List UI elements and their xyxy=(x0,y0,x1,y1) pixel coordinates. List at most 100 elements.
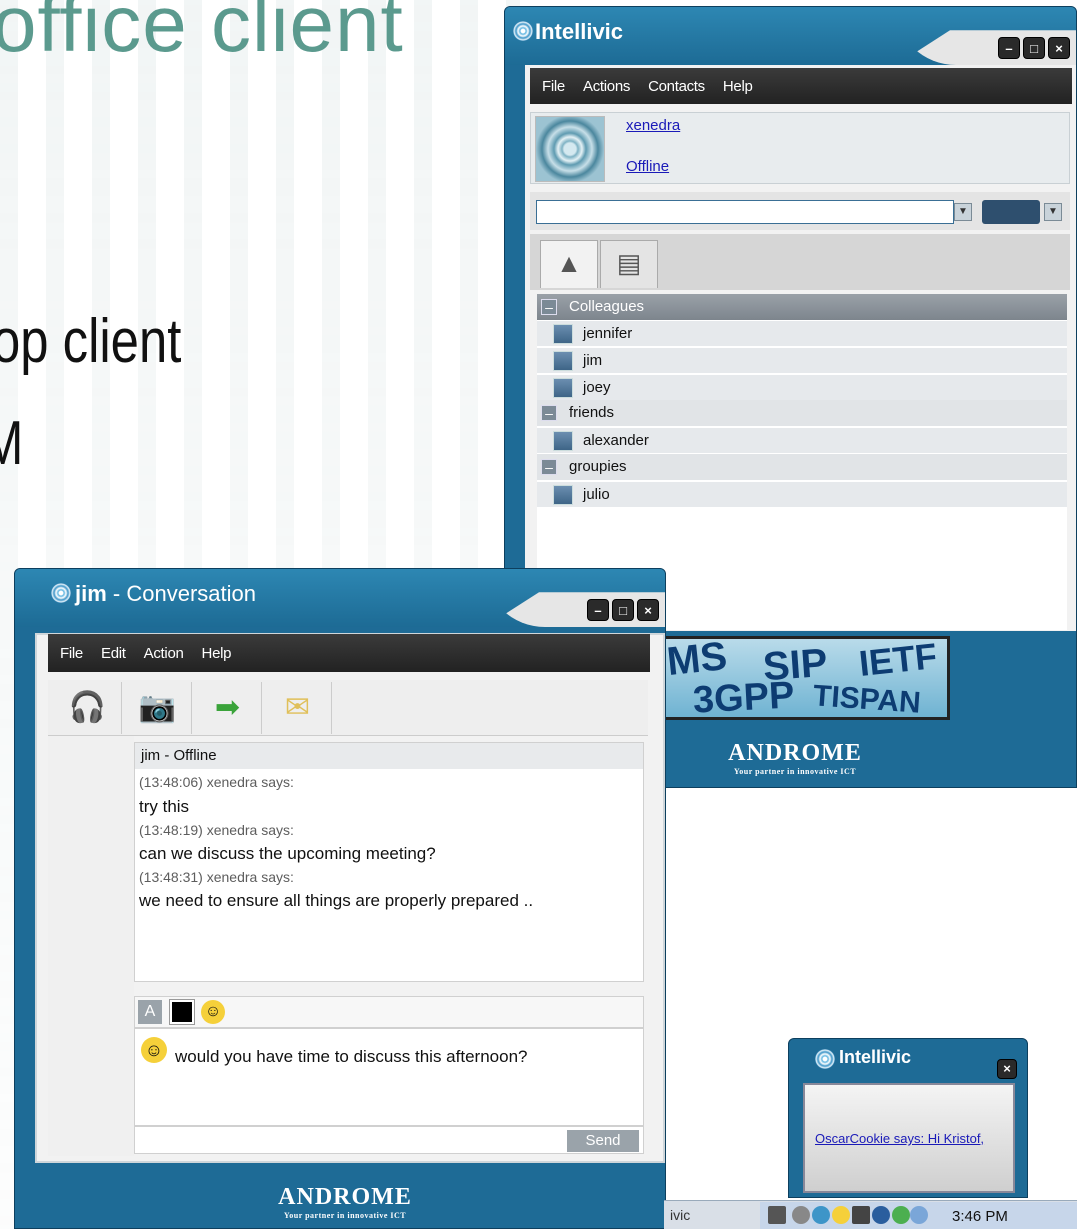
group-label: friends xyxy=(569,404,615,421)
banner-area: MS SIP IETF 3GPP TISPAN xyxy=(660,634,1076,724)
message-input[interactable]: ☺ would you have time to discuss this af… xyxy=(134,1028,644,1126)
color-button[interactable] xyxy=(169,999,195,1025)
notification-body: OscarCookie says: Hi Kristof, xyxy=(803,1083,1015,1193)
contact-label: jennifer xyxy=(583,325,633,342)
contact-label: jim xyxy=(583,352,603,369)
back-arrow-icon[interactable] xyxy=(792,1206,810,1224)
menu-help[interactable]: Help xyxy=(723,78,753,95)
conversation-menubar: File Edit Action Help xyxy=(48,634,650,672)
conversation-titlebar[interactable]: jim - Conversation – □ × xyxy=(15,569,665,627)
collapse-icon[interactable]: – xyxy=(541,459,557,475)
maximize-button[interactable]: □ xyxy=(1023,37,1045,59)
slide-bullet-2: M xyxy=(0,408,23,479)
message-input-text: would you have time to discuss this afte… xyxy=(175,1047,528,1066)
collapse-icon[interactable]: – xyxy=(541,299,557,315)
androme-brand-conversation: ANDROME Your partner in innovative ICT xyxy=(250,1184,440,1220)
voice-call-button[interactable]: 🎧 xyxy=(54,682,122,734)
send-mail-button[interactable]: ✉ xyxy=(264,682,332,734)
clock: 3:46 PM xyxy=(952,1208,1008,1225)
notification-close-button[interactable]: × xyxy=(997,1059,1017,1079)
protocol-banner: MS SIP IETF 3GPP TISPAN xyxy=(660,636,950,720)
contact-label: joey xyxy=(583,379,611,396)
androme-brand-main: ANDROME Your partner in innovative ICT xyxy=(700,740,890,776)
keyboard-icon[interactable] xyxy=(852,1206,870,1224)
search-dropdown-icon[interactable]: ▼ xyxy=(954,203,972,221)
conversation-title: jim - Conversation xyxy=(75,581,256,607)
conversation-title-suffix: - Conversation xyxy=(106,581,256,606)
buddy-icon xyxy=(553,351,573,371)
group-label: groupies xyxy=(569,458,627,475)
notification-message-link[interactable]: OscarCookie says: Hi Kristof, xyxy=(815,1131,984,1146)
conversation-toolbar: 🎧 📷 ➡ ✉ xyxy=(48,680,648,736)
user-info-panel: xenedra Offline xyxy=(530,112,1070,184)
notification-title: Intellivic xyxy=(839,1047,912,1067)
menu-help[interactable]: Help xyxy=(202,645,232,662)
contact-row-jim[interactable]: jim xyxy=(537,347,1067,373)
menu-action[interactable]: Action xyxy=(144,645,184,662)
status-link[interactable]: Offline xyxy=(626,158,669,175)
smiley-tray-icon[interactable] xyxy=(832,1206,850,1224)
close-button[interactable]: × xyxy=(637,599,659,621)
send-file-button[interactable]: ➡ xyxy=(194,682,262,734)
user-avatar[interactable] xyxy=(535,116,605,182)
banner-word: TISPAN xyxy=(812,679,922,720)
message-meta: (13:48:06) xenedra says: xyxy=(139,774,294,790)
search-icon[interactable] xyxy=(910,1206,928,1224)
brand-name: ANDROME xyxy=(728,740,862,766)
video-call-button[interactable]: 📷 xyxy=(124,682,192,734)
slide-title: office client xyxy=(0,0,404,68)
slide-bullet-1: op client xyxy=(0,307,182,376)
group-row-groupies[interactable]: – groupies xyxy=(537,454,1067,480)
printer-icon[interactable] xyxy=(768,1206,786,1224)
main-titlebar[interactable]: Intellivic – □ × xyxy=(505,7,1076,65)
webcam-icon: 📷 xyxy=(138,691,177,724)
maximize-button[interactable]: □ xyxy=(612,599,634,621)
minimize-button[interactable]: – xyxy=(998,37,1020,59)
contact-card-icon: ▲ xyxy=(556,248,582,278)
message-text: we need to ensure all things are properl… xyxy=(139,891,534,910)
file-arrow-icon: ➡ xyxy=(214,691,241,724)
taskbar-item[interactable]: ivic xyxy=(670,1207,690,1223)
send-button[interactable]: Send xyxy=(567,1130,639,1152)
collapse-icon[interactable]: – xyxy=(541,405,557,421)
tab-notes[interactable]: ▤ xyxy=(600,240,658,288)
contact-row-alexander[interactable]: alexander xyxy=(537,427,1067,453)
contact-row-joey[interactable]: joey xyxy=(537,374,1067,400)
group-label: Colleagues xyxy=(569,298,645,315)
format-toolbar: A ☺ xyxy=(134,996,644,1028)
group-row-colleagues[interactable]: – Colleagues xyxy=(537,294,1067,320)
main-menubar: File Actions Contacts Help xyxy=(530,68,1072,104)
group-row-friends[interactable]: – friends xyxy=(537,400,1067,426)
username-link[interactable]: xenedra xyxy=(626,117,680,134)
message-meta: (13:48:31) xenedra says: xyxy=(139,869,294,885)
menu-file[interactable]: File xyxy=(542,78,565,95)
close-button[interactable]: × xyxy=(1048,37,1070,59)
notification-popup[interactable]: Intellivic × OscarCookie says: Hi Kristo… xyxy=(788,1038,1028,1198)
intellivic-logo-icon xyxy=(51,583,71,603)
contact-row-jennifer[interactable]: jennifer xyxy=(537,320,1067,346)
font-button[interactable]: A xyxy=(138,1000,162,1024)
tab-contacts[interactable]: ▲ xyxy=(540,240,598,288)
network-icon[interactable] xyxy=(872,1206,890,1224)
search-input[interactable] xyxy=(536,200,954,224)
intellivic-logo-icon xyxy=(815,1049,835,1069)
buddy-icon xyxy=(553,431,573,451)
messenger-icon[interactable] xyxy=(892,1206,910,1224)
contact-row-julio[interactable]: julio xyxy=(537,481,1067,507)
send-row: Send xyxy=(134,1126,644,1154)
contact-tabs: ▲ ▤ xyxy=(530,234,1070,290)
menu-edit[interactable]: Edit xyxy=(101,645,126,662)
minimize-button[interactable]: – xyxy=(587,599,609,621)
menu-contacts[interactable]: Contacts xyxy=(648,78,705,95)
headset-icon: 🎧 xyxy=(68,691,107,724)
status-dropdown-icon[interactable]: ▼ xyxy=(1044,203,1062,221)
menu-actions[interactable]: Actions xyxy=(583,78,630,95)
banner-word: 3GPP xyxy=(691,674,796,720)
brand-name: ANDROME xyxy=(278,1184,412,1210)
menu-file[interactable]: File xyxy=(60,645,83,662)
headset-status-icon[interactable] xyxy=(982,200,1040,224)
main-window-controls: – □ × xyxy=(998,37,1070,59)
intellivic-tray-icon[interactable] xyxy=(812,1206,830,1224)
emoticon-icon[interactable]: ☺ xyxy=(201,1000,225,1024)
intellivic-logo-icon xyxy=(513,21,533,41)
